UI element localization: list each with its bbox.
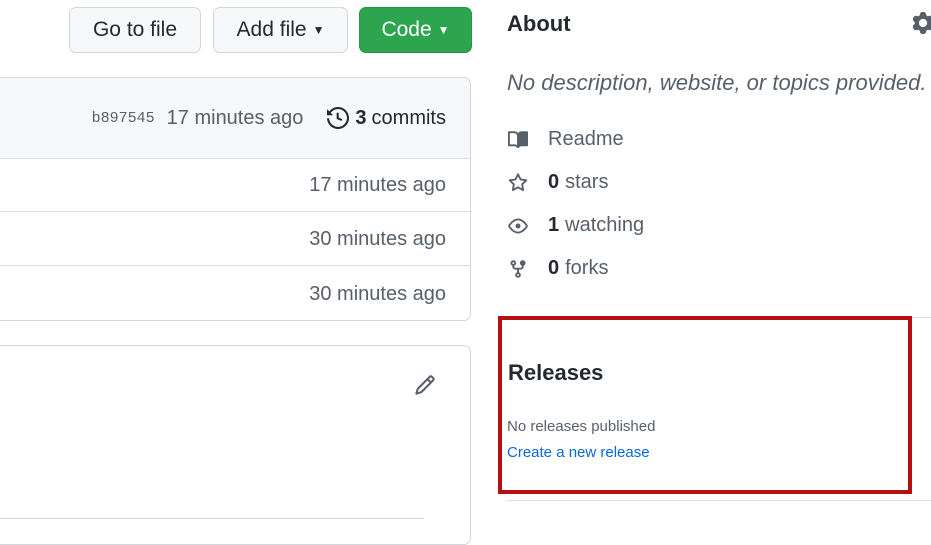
watching-link[interactable]: 1 watching [507,214,644,237]
book-icon [507,129,529,151]
about-description: No description, website, or topics provi… [507,70,927,95]
commits-link[interactable]: 3 commits [327,107,446,130]
highlight-box [498,316,912,494]
readme-link[interactable]: Readme [507,128,624,151]
watching-label: watching [565,214,645,236]
watching-count: 1 [548,214,560,236]
star-icon [507,172,529,194]
file-updated-time: 17 minutes ago [309,174,446,196]
caret-down-icon: ▼ [437,23,450,37]
commits-label: commits [371,106,446,129]
eye-icon [507,215,529,237]
commit-count: 3 [355,106,367,129]
history-icon [327,107,350,129]
stars-link[interactable]: 0 stars [507,171,608,194]
repo-forked-icon [507,258,529,280]
file-row[interactable]: 30 minutes ago [0,211,470,266]
commit-time: 17 minutes ago [166,106,304,129]
sidebar-divider [507,500,931,501]
forks-link[interactable]: 0 forks [507,257,608,280]
about-heading: About [507,11,571,36]
stars-label: stars [565,171,609,193]
gear-icon[interactable] [912,12,931,39]
file-row[interactable]: 30 minutes ago [0,265,470,320]
forks-count: 0 [548,257,560,279]
readme-label: Readme [548,128,624,150]
add-file-button[interactable]: Add file ▼ [213,7,348,53]
latest-commit-bar: b897545 17 minutes ago 3 commits [0,78,470,159]
code-label: Code [381,18,432,41]
file-updated-time: 30 minutes ago [309,227,446,250]
file-list-panel: b897545 17 minutes ago 3 commits 17 minu… [0,77,471,321]
forks-label: forks [565,257,609,279]
add-file-label: Add file [236,18,307,41]
divider [0,518,424,519]
commit-sha[interactable]: b897545 [92,110,155,127]
stars-count: 0 [548,171,560,193]
go-to-file-button[interactable]: Go to file [69,7,201,53]
file-row[interactable]: 17 minutes ago [0,158,470,212]
code-button[interactable]: Code ▼ [359,7,472,53]
pencil-icon[interactable] [414,374,436,401]
caret-down-icon: ▼ [312,23,325,37]
file-updated-time: 30 minutes ago [309,282,446,305]
readme-panel [0,345,471,545]
go-to-file-label: Go to file [92,18,178,41]
